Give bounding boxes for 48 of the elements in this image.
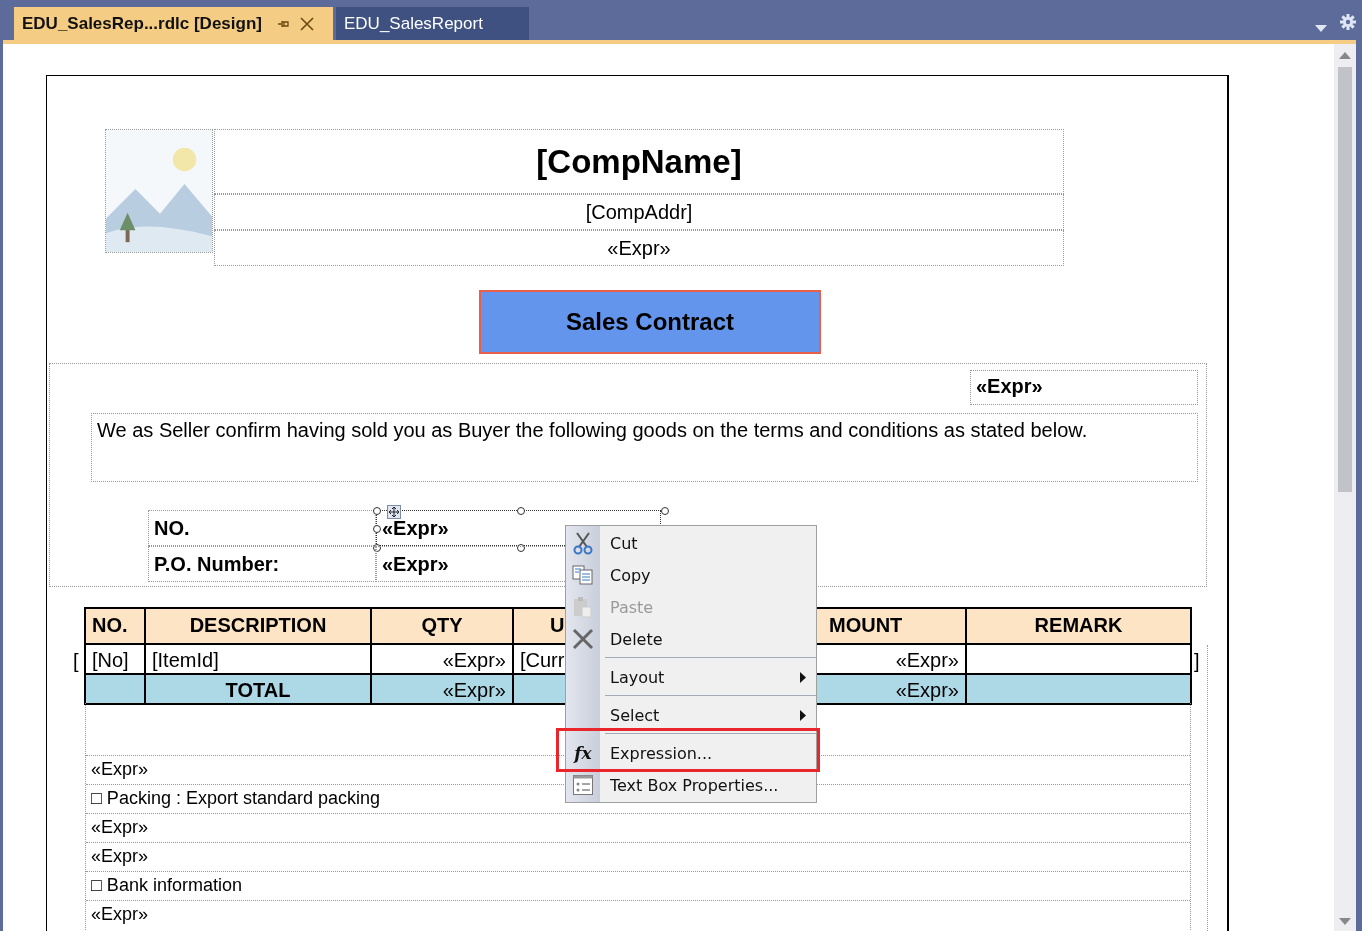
- note-field: «Expr»: [86, 814, 1190, 843]
- field-label: P.O. Number:: [148, 546, 376, 582]
- close-icon[interactable]: [299, 16, 314, 31]
- resize-handle[interactable]: [517, 507, 525, 515]
- column-header: REMARK: [965, 609, 1190, 643]
- pin-icon[interactable]: [277, 18, 290, 29]
- move-handle-icon[interactable]: [387, 505, 401, 519]
- scroll-down-icon[interactable]: [1339, 918, 1351, 925]
- copy-icon: [572, 565, 594, 585]
- delete-icon: [572, 628, 594, 650]
- table-cell: [No]: [86, 643, 144, 673]
- submenu-arrow-icon: [800, 709, 806, 721]
- table-cell: «Expr»: [370, 673, 512, 703]
- note-field: «Expr»: [86, 843, 1190, 872]
- note-field: «Expr»: [86, 901, 1190, 930]
- table-cell: TOTAL: [144, 673, 370, 703]
- scroll-thumb[interactable]: [1338, 67, 1352, 492]
- properties-icon: [573, 775, 593, 795]
- company-address-field: [CompAddr]: [214, 194, 1064, 230]
- column-header: QTY: [370, 609, 512, 643]
- intro-paragraph: We as Seller confirm having sold you as Buyer the following goods on the terms and conditions as stated below.: [91, 413, 1198, 482]
- vertical-scrollbar[interactable]: [1334, 44, 1356, 931]
- scissors-icon: [572, 531, 594, 555]
- group-marker: ]: [1194, 650, 1200, 673]
- expression-field: «Expr»: [214, 230, 1064, 266]
- dropdown-icon[interactable]: [1315, 25, 1327, 32]
- resize-handle[interactable]: [373, 507, 381, 515]
- submenu-arrow-icon: [800, 671, 806, 683]
- report-title: Sales Contract: [479, 290, 821, 354]
- tab-label: EDU_SalesRep...rdlc [Design]: [22, 13, 262, 34]
- column-header: NO.: [86, 609, 144, 643]
- note-field: □ Bank information: [86, 872, 1190, 901]
- settings-icon[interactable]: [1340, 14, 1356, 30]
- document-tab[interactable]: EDU_SalesRep...rdlc [Design]: [14, 7, 333, 40]
- resize-handle[interactable]: [373, 525, 381, 533]
- tab-label: EDU_SalesReport: [344, 13, 483, 34]
- table-cell: «Expr»: [370, 643, 512, 673]
- table-cell: [ItemId]: [144, 643, 370, 673]
- resize-handle[interactable]: [373, 544, 381, 552]
- paste-icon: [573, 596, 593, 618]
- group-marker: [: [73, 650, 79, 673]
- company-name-field: [CompName]: [214, 129, 1064, 194]
- column-header: DESCRIPTION: [144, 609, 370, 643]
- document-tab[interactable]: EDU_SalesReport: [336, 7, 529, 40]
- resize-handle[interactable]: [517, 544, 525, 552]
- resize-handle[interactable]: [661, 507, 669, 515]
- expression-field: «Expr»: [970, 370, 1198, 405]
- scroll-up-icon[interactable]: [1339, 52, 1351, 59]
